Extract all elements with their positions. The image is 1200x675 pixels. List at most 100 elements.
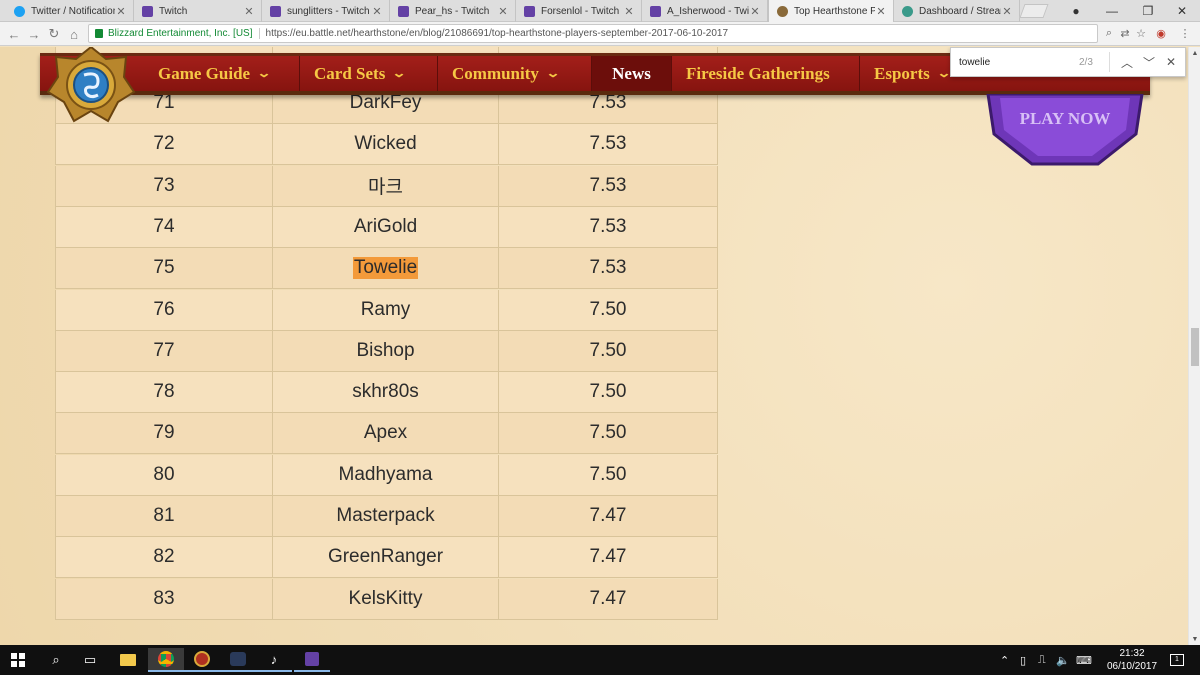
close-icon[interactable]: ✕ (1001, 5, 1013, 18)
table-row: 73 마크 7.53 (55, 165, 718, 207)
chrome-icon[interactable] (148, 648, 184, 672)
score-cell: 7.47 (499, 537, 718, 578)
home-button[interactable]: ⌂ (64, 24, 84, 44)
show-hidden-icons[interactable]: ⌃ (1000, 645, 1009, 675)
page-scrollbar[interactable]: ▲ ▼ (1188, 47, 1200, 645)
usb-icon[interactable]: ▯ (1020, 645, 1026, 675)
rank-cell: 72 (55, 124, 273, 165)
network-icon[interactable]: ⎍ (1038, 645, 1046, 675)
chevron-down-icon: ⌄ (545, 66, 561, 80)
chevron-down-icon: ⌄ (256, 66, 272, 80)
reload-button[interactable]: ↻ (44, 24, 64, 44)
score-cell: 7.53 (499, 206, 718, 247)
task-view-icon[interactable]: ▭ (72, 648, 108, 672)
translate-icon[interactable]: ⇄ (1118, 26, 1132, 40)
twitch-icon (398, 5, 409, 17)
restore-button[interactable]: ❐ (1130, 0, 1166, 22)
url-text[interactable]: https://eu.battle.net/hearthstone/en/blo… (266, 28, 729, 39)
tab-strip: Twitter / Notifications ✕ Twitch ✕ sungl… (0, 0, 1200, 22)
tab-forsenlol[interactable]: Forsenlol - Twitch ✕ (516, 0, 642, 22)
nav-fireside-gatherings[interactable]: Fireside Gatherings (672, 56, 860, 91)
tab-top-hearthstone-players[interactable]: Top Hearthstone Players ✕ (768, 0, 894, 22)
nav-community[interactable]: Community ⌄ (438, 56, 592, 91)
find-previous-button[interactable]: ︿ (1116, 54, 1138, 71)
tab-pear-hs[interactable]: Pear_hs - Twitch ✕ (390, 0, 516, 22)
close-icon[interactable]: ✕ (243, 5, 255, 18)
find-next-button[interactable]: ﹀ (1138, 54, 1160, 71)
find-close-button[interactable]: ✕ (1160, 55, 1182, 69)
nav-news[interactable]: News (592, 56, 672, 91)
close-icon[interactable]: ✕ (497, 5, 509, 18)
taskbar-clock[interactable]: 21:32 06/10/2017 (1104, 647, 1160, 673)
player-cell: 마크 (273, 165, 499, 206)
table-row: 78 skhr80s 7.50 (55, 372, 718, 414)
nav-card-sets[interactable]: Card Sets ⌄ (300, 56, 438, 91)
play-now-badge[interactable]: PLAY NOW (980, 94, 1150, 174)
browser-toolbar: ← → ↻ ⌂ Blizzard Entertainment, Inc. [US… (0, 22, 1200, 46)
score-cell: 7.53 (499, 248, 718, 289)
close-icon[interactable]: ✕ (115, 5, 127, 18)
table-row: 75 Towelie 7.53 (55, 248, 718, 290)
search-icon[interactable]: ⌕ (38, 648, 74, 672)
find-divider (1109, 52, 1110, 72)
itunes-icon[interactable]: ♪ (256, 648, 292, 672)
volume-icon[interactable]: 🔈 (1056, 645, 1070, 675)
scroll-down-arrow-icon[interactable]: ▼ (1189, 633, 1200, 645)
table-row: 82 GreenRanger 7.47 (55, 537, 718, 579)
extension-icon[interactable]: ◉ (1154, 26, 1168, 40)
twitter-icon (14, 5, 25, 17)
minimize-button[interactable]: — (1094, 0, 1130, 22)
player-cell: Towelie (273, 248, 499, 289)
hearthstone-app-icon[interactable] (184, 648, 220, 672)
search-icon[interactable]: ⌕ (1102, 26, 1116, 40)
rank-cell: 79 (55, 413, 273, 454)
streaming-app-icon[interactable] (220, 648, 256, 672)
rank-cell: 81 (55, 496, 273, 536)
tab-twitter[interactable]: Twitter / Notifications ✕ (6, 0, 134, 22)
twitch-icon (650, 5, 661, 17)
menu-icon[interactable]: ⋮ (1178, 26, 1192, 40)
twitch-app-icon[interactable] (294, 648, 330, 672)
find-bar: towelie 2/3 ︿ ﹀ ✕ (950, 47, 1186, 77)
windows-start-icon[interactable] (0, 648, 36, 672)
page-content: 70ClusterOne7.5371DarkFey7.5372Wicked7.5… (0, 47, 1188, 645)
hearthstone-logo-icon[interactable] (46, 47, 136, 123)
player-cell: Ramy (273, 289, 499, 330)
close-icon[interactable]: ✕ (875, 5, 887, 18)
tab-a-isherwood[interactable]: A_Isherwood - Twitch ✕ (642, 0, 768, 22)
rank-cell: 82 (55, 537, 273, 578)
close-icon[interactable]: ✕ (623, 5, 635, 18)
table-row: 72 Wicked 7.53 (55, 124, 718, 166)
player-cell: skhr80s (273, 372, 499, 413)
tab-twitch[interactable]: Twitch ✕ (134, 0, 262, 22)
new-tab-button[interactable] (1019, 4, 1049, 18)
chevron-down-icon: ⌄ (391, 66, 407, 80)
rank-cell: 76 (55, 289, 273, 330)
profile-icon[interactable]: ● (1058, 0, 1094, 22)
file-explorer-icon[interactable] (110, 648, 146, 672)
notifications-icon[interactable]: 1 (1170, 645, 1184, 675)
star-icon[interactable]: ☆ (1134, 26, 1148, 40)
address-bar[interactable]: Blizzard Entertainment, Inc. [US] https:… (88, 24, 1098, 43)
score-cell: 7.50 (499, 330, 718, 371)
rank-cell: 83 (55, 578, 273, 619)
find-input[interactable]: towelie (951, 57, 1079, 68)
language-icon[interactable]: ⌨ (1076, 645, 1092, 675)
hearthstone-icon (777, 5, 788, 17)
tab-sunglitters[interactable]: sunglitters - Twitch ✕ (262, 0, 390, 22)
tab-streamlabs[interactable]: Dashboard / Streamlabs ✕ (894, 0, 1020, 22)
windows-taskbar: ⌕ ▭ ♪ ⌃ ▯ ⎍ 🔈 ⌨ 21:32 06/10/2017 1 (0, 645, 1200, 675)
close-icon[interactable]: ✕ (371, 5, 383, 18)
streamlabs-icon (902, 5, 913, 17)
back-button[interactable]: ← (4, 24, 24, 44)
player-cell: Madhyama (273, 454, 499, 495)
player-cell: Bishop (273, 330, 499, 371)
nav-game-guide[interactable]: Game Guide ⌄ (144, 56, 300, 91)
close-icon[interactable]: ✕ (749, 5, 761, 18)
player-cell: Apex (273, 413, 499, 454)
forward-button[interactable]: → (24, 24, 44, 44)
window-close-button[interactable]: ✕ (1164, 0, 1200, 22)
find-match-count: 2/3 (1079, 56, 1093, 68)
scroll-up-arrow-icon[interactable]: ▲ (1189, 47, 1200, 59)
scrollbar-thumb[interactable] (1191, 328, 1199, 366)
